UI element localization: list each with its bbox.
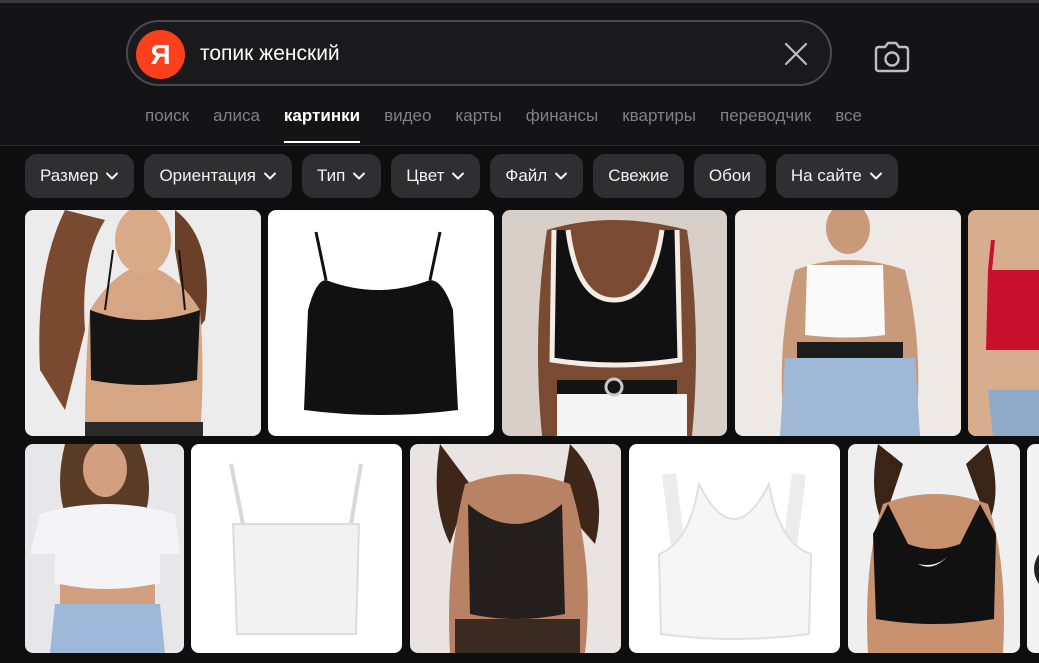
tab-finance[interactable]: финансы bbox=[526, 106, 598, 146]
tab-translate[interactable]: переводчик bbox=[720, 106, 811, 146]
model-photo bbox=[502, 210, 727, 436]
camera-search-icon[interactable] bbox=[873, 40, 911, 74]
filter-bar: Размер Ориентация Тип Цвет Файл Свежие О… bbox=[25, 154, 898, 198]
tab-images[interactable]: картинки bbox=[283, 106, 361, 146]
product-photo bbox=[629, 444, 840, 653]
model-photo bbox=[968, 210, 1039, 436]
partial-photo bbox=[1027, 444, 1039, 653]
filter-label: Ориентация bbox=[159, 166, 256, 185]
filter-label: Размер bbox=[40, 166, 99, 185]
filter-orientation[interactable]: Ориентация bbox=[144, 154, 292, 198]
tab-alice[interactable]: алиса bbox=[213, 106, 260, 146]
filter-label: Тип bbox=[316, 166, 346, 185]
model-photo bbox=[410, 444, 621, 653]
image-result[interactable] bbox=[735, 210, 961, 436]
filter-on-site[interactable]: На сайте bbox=[775, 154, 898, 198]
tab-all[interactable]: все bbox=[835, 106, 862, 146]
filter-label: Обои bbox=[708, 166, 751, 185]
search-box[interactable]: Я топик женский bbox=[126, 20, 832, 86]
filter-file[interactable]: Файл bbox=[490, 154, 584, 198]
model-photo bbox=[25, 210, 261, 436]
filter-label: Свежие bbox=[608, 166, 669, 185]
image-result[interactable] bbox=[1027, 444, 1039, 653]
chevron-down-icon bbox=[452, 172, 465, 180]
filter-label: Файл bbox=[505, 166, 548, 185]
search-input[interactable]: топик женский bbox=[200, 42, 340, 66]
image-result[interactable] bbox=[410, 444, 621, 653]
image-result[interactable] bbox=[268, 210, 494, 436]
model-photo bbox=[848, 444, 1020, 653]
chevron-down-icon bbox=[555, 172, 568, 180]
image-result[interactable] bbox=[25, 444, 184, 653]
image-result[interactable] bbox=[848, 444, 1020, 653]
tab-maps[interactable]: карты bbox=[455, 106, 501, 146]
filter-size[interactable]: Размер bbox=[25, 154, 135, 198]
chevron-down-icon bbox=[869, 172, 882, 180]
filter-label: Цвет bbox=[406, 166, 445, 185]
image-result[interactable] bbox=[502, 210, 727, 436]
header: Я топик женский поиск алиса картинки вид… bbox=[0, 3, 1039, 146]
filter-color[interactable]: Цвет bbox=[391, 154, 481, 198]
vertical-tabs: поиск алиса картинки видео карты финансы… bbox=[133, 106, 874, 146]
image-result[interactable] bbox=[968, 210, 1039, 436]
product-photo bbox=[191, 444, 402, 653]
filter-fresh[interactable]: Свежие bbox=[593, 154, 684, 198]
clear-icon[interactable] bbox=[784, 42, 808, 66]
chevron-down-icon bbox=[106, 172, 119, 180]
image-result[interactable] bbox=[191, 444, 402, 653]
product-photo bbox=[268, 210, 494, 436]
filter-type[interactable]: Тип bbox=[301, 154, 382, 198]
yandex-logo[interactable]: Я bbox=[136, 30, 185, 79]
tab-search[interactable]: поиск bbox=[145, 106, 189, 146]
chevron-down-icon bbox=[263, 172, 276, 180]
image-result[interactable] bbox=[25, 210, 261, 436]
logo-letter: Я bbox=[150, 38, 171, 70]
model-photo bbox=[735, 210, 961, 436]
chevron-down-icon bbox=[353, 172, 366, 180]
tab-video[interactable]: видео bbox=[384, 106, 431, 146]
model-photo bbox=[25, 444, 184, 653]
image-result[interactable] bbox=[629, 444, 840, 653]
tab-realty[interactable]: квартиры bbox=[622, 106, 696, 146]
filter-wallpapers[interactable]: Обои bbox=[693, 154, 766, 198]
filter-label: На сайте bbox=[790, 166, 862, 185]
